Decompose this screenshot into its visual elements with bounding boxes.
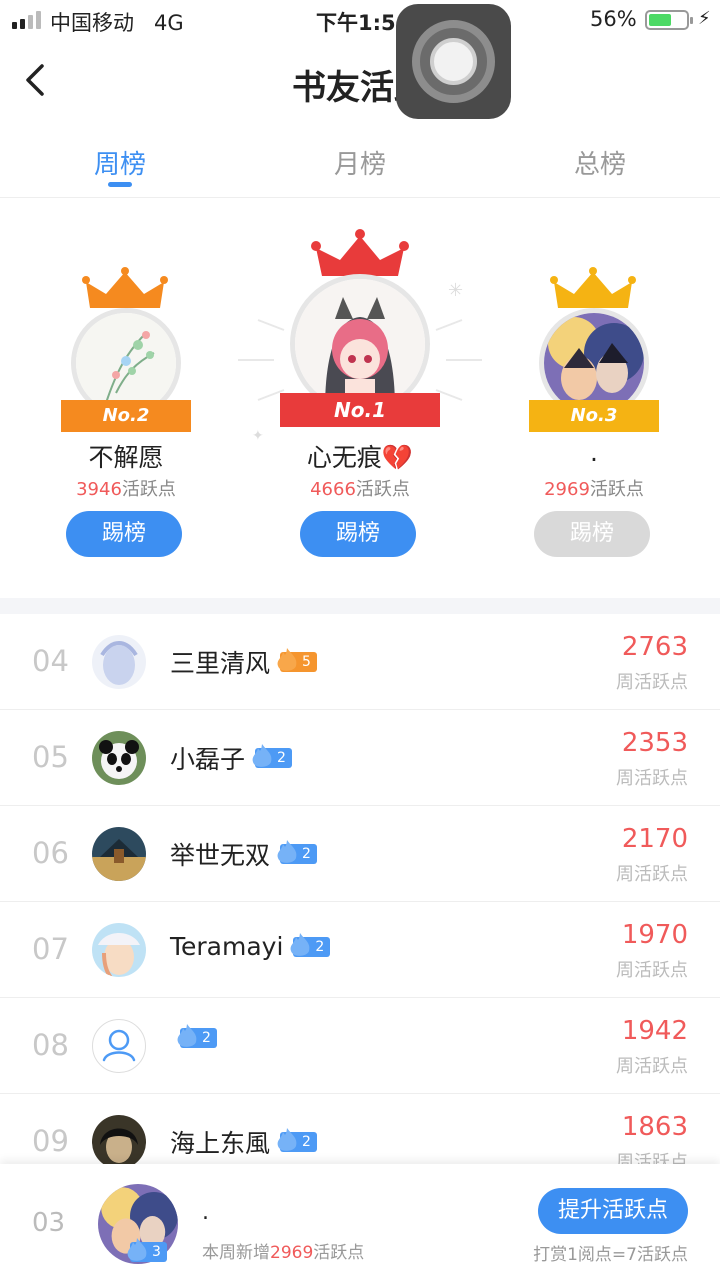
points-unit: 周活跃点 bbox=[616, 1056, 688, 1077]
flame-icon bbox=[291, 932, 310, 956]
podium-third: No.3 . 2969活跃点 踢榜 bbox=[484, 200, 704, 600]
podium: No.2 不解愿 3946活跃点 踢榜 ✳ ✦ No.1 心无痕💔 4666活跃… bbox=[0, 200, 720, 600]
podium-first: ✳ ✦ No.1 心无痕💔 4666活跃点 踢榜 bbox=[238, 200, 482, 600]
activity-points: 1942 bbox=[621, 1016, 688, 1046]
user-name: Teramayi 2 bbox=[170, 932, 331, 961]
my-rank-bar: 03 3 . 本周新增2969活跃点 提升活跃点 打赏1阅点=7活跃点 bbox=[0, 1164, 720, 1281]
podium-name: . bbox=[590, 438, 598, 467]
kick-button[interactable]: 踢榜 bbox=[300, 511, 416, 557]
user-name: 三里清风 5 bbox=[170, 644, 317, 680]
user-name: 举世无双 2 bbox=[170, 836, 317, 872]
list-item[interactable]: 05 小磊子 2 2353 周活跃点 bbox=[0, 710, 720, 806]
list-item[interactable]: 06 举世无双 2 2170 周活跃点 bbox=[0, 806, 720, 902]
level-badge: 2 bbox=[277, 840, 317, 864]
flame-icon bbox=[127, 1238, 147, 1261]
flame-icon bbox=[277, 840, 297, 863]
rank-number: 08 bbox=[32, 1028, 69, 1062]
rank-number: 04 bbox=[32, 644, 69, 678]
reward-hint: 打赏1阅点=7活跃点 bbox=[533, 1245, 688, 1265]
kick-button[interactable]: 踢榜 bbox=[66, 511, 182, 557]
user-name: 海上东風 2 bbox=[170, 1124, 317, 1160]
podium-points: 3946活跃点 bbox=[76, 479, 176, 500]
page: 中国移动 4G 下午1:5 56% ⚡ 书友活跃 周榜 月榜 总榜 No.2 不… bbox=[0, 0, 720, 1281]
user-name: 小磊子 2 bbox=[170, 740, 292, 776]
podium-points: 2969活跃点 bbox=[544, 479, 644, 500]
podium-second: No.2 不解愿 3946活跃点 踢榜 bbox=[16, 200, 236, 600]
svg-text:✳: ✳ bbox=[448, 280, 463, 301]
boost-activity-button[interactable]: 提升活跃点 bbox=[538, 1188, 688, 1234]
rank-ribbon: No.1 bbox=[280, 393, 440, 427]
list-item[interactable]: 04 三里清风 5 2763 周活跃点 bbox=[0, 614, 720, 710]
list-item[interactable]: 08 2 1942 周活跃点 bbox=[0, 998, 720, 1094]
avatar[interactable] bbox=[92, 635, 146, 689]
points-unit: 周活跃点 bbox=[616, 864, 688, 885]
rank-number: 07 bbox=[32, 932, 69, 966]
avatar[interactable] bbox=[92, 1115, 146, 1169]
podium-points: 4666活跃点 bbox=[310, 479, 410, 500]
flame-icon bbox=[277, 1128, 297, 1151]
kick-button: 踢榜 bbox=[534, 511, 650, 557]
activity-points: 2170 bbox=[621, 824, 688, 854]
level-badge: 2 bbox=[291, 932, 331, 957]
my-level-badge: 3 bbox=[127, 1238, 167, 1262]
assistive-touch-button[interactable] bbox=[396, 4, 511, 119]
section-divider bbox=[0, 598, 720, 614]
activity-points: 1863 bbox=[621, 1112, 688, 1142]
flame-icon bbox=[277, 648, 297, 671]
charging-icon: ⚡ bbox=[698, 8, 711, 29]
level-badge: 2 bbox=[277, 1128, 317, 1152]
battery-icon bbox=[645, 10, 693, 30]
rank-number: 06 bbox=[32, 836, 69, 870]
activity-points: 2353 bbox=[621, 728, 688, 758]
rank-ribbon: No.2 bbox=[61, 400, 191, 432]
tab-bar: 周榜 月榜 总榜 bbox=[0, 130, 720, 198]
level-badge: 5 bbox=[277, 648, 317, 672]
tab-total[interactable]: 总榜 bbox=[540, 144, 660, 181]
flame-icon bbox=[252, 744, 272, 767]
flame-icon bbox=[177, 1024, 197, 1047]
rank-number: 05 bbox=[32, 740, 69, 774]
avatar[interactable] bbox=[92, 731, 146, 785]
my-rank-number: 03 bbox=[32, 1208, 66, 1238]
carrier: 中国移动 4G bbox=[50, 11, 184, 35]
tab-indicator bbox=[108, 182, 132, 187]
avatar[interactable] bbox=[92, 827, 146, 881]
my-name: . bbox=[202, 1200, 209, 1225]
tab-weekly[interactable]: 周榜 bbox=[60, 144, 180, 181]
clock: 下午1:5 bbox=[316, 11, 396, 35]
list-item[interactable]: 07 Teramayi 2 1970 周活跃点 bbox=[0, 902, 720, 998]
signal-icon bbox=[12, 11, 41, 29]
status-bar: 中国移动 4G 下午1:5 56% ⚡ bbox=[0, 0, 720, 40]
points-unit: 周活跃点 bbox=[616, 960, 688, 981]
user-name: 2 bbox=[170, 1024, 217, 1048]
activity-points: 1970 bbox=[621, 920, 688, 950]
battery-percent: 56% bbox=[590, 7, 637, 31]
level-badge: 2 bbox=[252, 744, 292, 768]
podium-name: 心无痕💔 bbox=[306, 443, 414, 472]
points-unit: 周活跃点 bbox=[616, 672, 688, 693]
crown-icon bbox=[311, 229, 409, 276]
tab-monthly[interactable]: 月榜 bbox=[300, 144, 420, 181]
crown-icon bbox=[82, 267, 168, 308]
avatar[interactable] bbox=[92, 923, 146, 977]
rank-ribbon: No.3 bbox=[529, 400, 659, 432]
activity-points: 2763 bbox=[621, 632, 688, 662]
default-avatar-icon[interactable] bbox=[92, 1019, 146, 1073]
crown-icon bbox=[550, 267, 636, 308]
level-badge: 2 bbox=[177, 1024, 217, 1048]
podium-name: 不解愿 bbox=[88, 443, 164, 472]
points-unit: 周活跃点 bbox=[616, 768, 688, 789]
page-title: 书友活跃 bbox=[292, 68, 428, 108]
my-weekly-summary: 本周新增2969活跃点 bbox=[202, 1243, 365, 1263]
rank-number: 09 bbox=[32, 1124, 69, 1158]
